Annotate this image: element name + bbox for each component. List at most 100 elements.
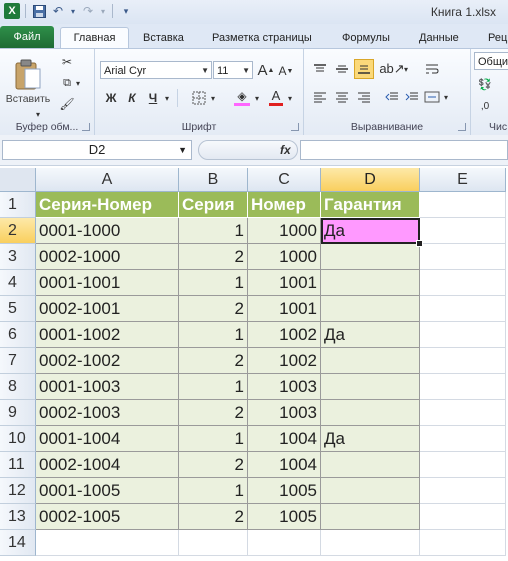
table-cell[interactable]: [321, 244, 420, 270]
select-all-corner[interactable]: [0, 168, 36, 192]
table-header-cell[interactable]: Номер: [248, 192, 321, 218]
orientation-icon[interactable]: ab↗: [379, 59, 404, 79]
empty-cell[interactable]: [179, 530, 248, 556]
tab-data[interactable]: Данные: [413, 28, 465, 48]
merge-dropdown-icon[interactable]: ▾: [442, 87, 450, 107]
table-cell[interactable]: 1004: [248, 426, 321, 452]
row-header-14[interactable]: 14: [0, 530, 36, 556]
cut-icon[interactable]: ✂: [58, 53, 76, 71]
empty-cell[interactable]: [420, 478, 506, 504]
redo-dropdown-icon[interactable]: ▾: [99, 3, 107, 19]
table-cell[interactable]: Да: [321, 426, 420, 452]
copy-dropdown-icon[interactable]: ▾: [74, 74, 82, 92]
table-cell[interactable]: 0001-1004: [36, 426, 179, 452]
table-cell[interactable]: 1005: [248, 478, 321, 504]
format-painter-icon[interactable]: 🖌: [58, 95, 76, 113]
tab-review[interactable]: Рец: [482, 28, 508, 48]
empty-cell[interactable]: [420, 374, 506, 400]
table-cell[interactable]: 0002-1002: [36, 348, 179, 374]
table-cell[interactable]: 1: [179, 478, 248, 504]
table-cell[interactable]: [321, 374, 420, 400]
font-color-button[interactable]: A: [267, 87, 285, 107]
row-header-9[interactable]: 9: [0, 400, 36, 426]
table-cell[interactable]: 1: [179, 322, 248, 348]
table-cell[interactable]: [321, 296, 420, 322]
table-cell[interactable]: 0002-1004: [36, 452, 179, 478]
align-left-icon[interactable]: [310, 87, 330, 107]
table-cell[interactable]: 1: [179, 218, 248, 244]
italic-button[interactable]: К: [123, 89, 141, 107]
fill-color-dropdown-icon[interactable]: ▾: [253, 89, 261, 107]
tab-insert[interactable]: Вставка: [137, 28, 190, 48]
wrap-text-icon[interactable]: [422, 59, 442, 79]
customize-toolbar-icon[interactable]: ▾: [118, 3, 134, 19]
table-cell[interactable]: [321, 504, 420, 530]
row-header-4[interactable]: 4: [0, 270, 36, 296]
fill-handle[interactable]: [416, 240, 423, 247]
table-header-cell[interactable]: Серия: [179, 192, 248, 218]
empty-cell[interactable]: [321, 530, 420, 556]
undo-dropdown-icon[interactable]: ▾: [69, 3, 77, 19]
table-cell[interactable]: 2: [179, 400, 248, 426]
empty-cell[interactable]: [420, 218, 506, 244]
table-cell[interactable]: 0001-1001: [36, 270, 179, 296]
table-cell[interactable]: 0002-1000: [36, 244, 179, 270]
table-header-cell[interactable]: Серия-Номер: [36, 192, 179, 218]
table-cell[interactable]: 1001: [248, 270, 321, 296]
insert-function-icon[interactable]: fx: [280, 143, 291, 157]
row-header-12[interactable]: 12: [0, 478, 36, 504]
align-center-icon[interactable]: [332, 87, 352, 107]
table-cell[interactable]: 1002: [248, 322, 321, 348]
undo-icon[interactable]: ↶: [50, 3, 66, 19]
column-header-c[interactable]: C: [248, 168, 321, 192]
empty-cell[interactable]: [420, 426, 506, 452]
excel-logo-icon[interactable]: X: [4, 3, 20, 19]
row-header-7[interactable]: 7: [0, 348, 36, 374]
row-header-2[interactable]: 2: [0, 218, 36, 244]
column-header-b[interactable]: B: [179, 168, 248, 192]
increase-indent-icon[interactable]: [402, 87, 422, 107]
table-cell[interactable]: 2: [179, 296, 248, 322]
table-cell[interactable]: 0002-1005: [36, 504, 179, 530]
table-cell[interactable]: 2: [179, 452, 248, 478]
table-cell[interactable]: 1004: [248, 452, 321, 478]
table-cell[interactable]: [321, 478, 420, 504]
table-cell[interactable]: [321, 348, 420, 374]
align-middle-icon[interactable]: [332, 59, 352, 79]
orientation-dropdown-icon[interactable]: ▾: [402, 59, 410, 79]
paste-button[interactable]: Вставить: [6, 53, 50, 111]
font-launcher-icon[interactable]: [291, 123, 299, 131]
align-bottom-icon[interactable]: [354, 59, 374, 79]
table-cell[interactable]: [321, 400, 420, 426]
shrink-font-button[interactable]: A ▼: [277, 62, 295, 80]
number-format-combo[interactable]: Общи: [474, 52, 508, 70]
table-cell[interactable]: 0001-1005: [36, 478, 179, 504]
table-cell[interactable]: 1: [179, 270, 248, 296]
underline-dropdown-icon[interactable]: ▾: [163, 89, 171, 107]
align-top-icon[interactable]: [310, 59, 330, 79]
tab-formulas[interactable]: Формулы: [336, 28, 396, 48]
paste-dropdown-icon[interactable]: ▾: [33, 110, 43, 119]
chevron-down-icon[interactable]: ▼: [178, 141, 187, 159]
font-name-combo[interactable]: Arial Cyr ▼: [100, 61, 212, 79]
font-color-dropdown-icon[interactable]: ▾: [286, 89, 294, 107]
bold-button[interactable]: Ж: [102, 89, 120, 107]
empty-cell[interactable]: [420, 322, 506, 348]
active-cell[interactable]: Да: [321, 218, 420, 244]
borders-dropdown-icon[interactable]: ▾: [209, 89, 217, 107]
column-header-d[interactable]: D: [321, 168, 420, 192]
table-cell[interactable]: 1: [179, 426, 248, 452]
merge-center-icon[interactable]: [422, 87, 442, 107]
currency-icon[interactable]: 💱: [476, 75, 494, 93]
table-cell[interactable]: [321, 270, 420, 296]
decrease-indent-icon[interactable]: [382, 87, 402, 107]
empty-cell[interactable]: [420, 192, 506, 218]
column-header-e[interactable]: E: [420, 168, 506, 192]
redo-icon[interactable]: ↷: [80, 3, 96, 19]
table-cell[interactable]: Да: [321, 322, 420, 348]
empty-cell[interactable]: [420, 504, 506, 530]
table-cell[interactable]: 1003: [248, 400, 321, 426]
empty-cell[interactable]: [420, 400, 506, 426]
row-header-11[interactable]: 11: [0, 452, 36, 478]
table-cell[interactable]: 2: [179, 504, 248, 530]
